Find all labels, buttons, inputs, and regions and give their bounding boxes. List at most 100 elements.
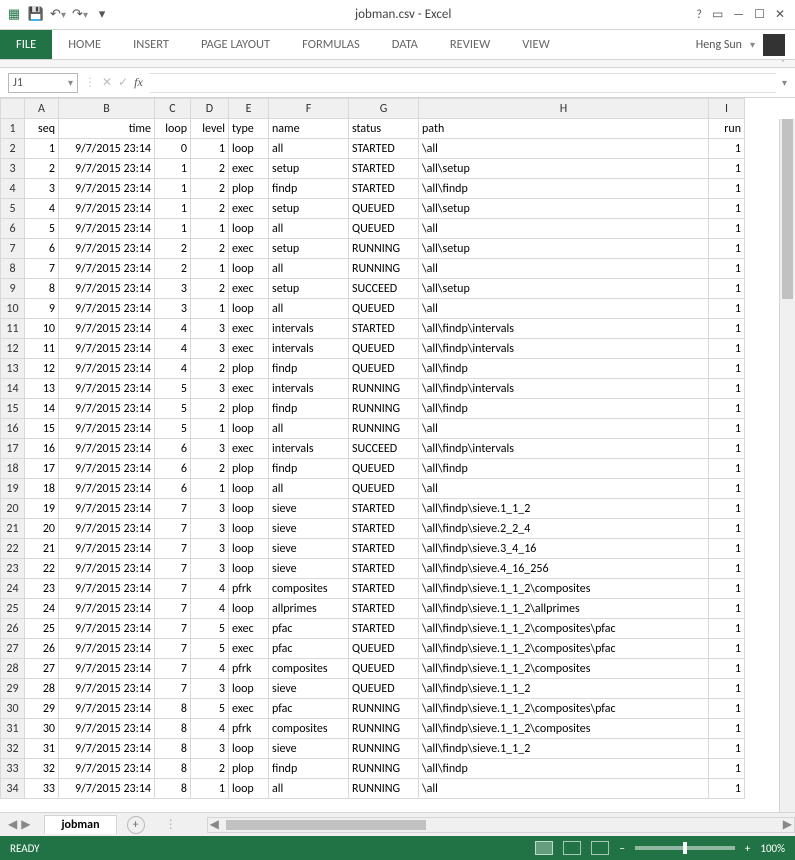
cell[interactable]: 7 [155, 639, 191, 659]
cell[interactable]: 3 [191, 559, 229, 579]
cell[interactable]: 1 [709, 479, 745, 499]
table-row[interactable]: 23229/7/2015 23:1473loopsieveSTARTED\all… [1, 559, 745, 579]
row-header-32[interactable]: 32 [1, 739, 25, 759]
cell[interactable]: 4 [191, 659, 229, 679]
table-row[interactable]: 11109/7/2015 23:1443execintervalsSTARTED… [1, 319, 745, 339]
cell[interactable]: plop [229, 759, 269, 779]
row-header-18[interactable]: 18 [1, 459, 25, 479]
row-header-15[interactable]: 15 [1, 399, 25, 419]
cell[interactable]: 1 [709, 679, 745, 699]
ribbon-tab-file[interactable]: FILE [0, 30, 52, 59]
cell[interactable]: \all\findp\sieve.1_1_2 [419, 739, 709, 759]
cell[interactable]: 1 [191, 779, 229, 799]
row-header-21[interactable]: 21 [1, 519, 25, 539]
cell[interactable]: 1 [709, 599, 745, 619]
cell[interactable]: 1 [709, 779, 745, 799]
cell[interactable]: findp [269, 359, 349, 379]
cell[interactable]: 1 [191, 479, 229, 499]
cell[interactable]: exec [229, 699, 269, 719]
cell[interactable]: 30 [25, 719, 59, 739]
row-header-4[interactable]: 4 [1, 179, 25, 199]
cell[interactable]: pfac [269, 619, 349, 639]
cell[interactable]: 7 [155, 559, 191, 579]
cell[interactable]: 10 [25, 319, 59, 339]
cell[interactable]: pfac [269, 699, 349, 719]
cell[interactable]: 9/7/2015 23:14 [59, 439, 155, 459]
cell[interactable]: 7 [25, 259, 59, 279]
cell[interactable]: 1 [709, 419, 745, 439]
cell[interactable]: 18 [25, 479, 59, 499]
cell[interactable]: 3 [191, 679, 229, 699]
view-page-break-icon[interactable] [591, 841, 609, 855]
cell[interactable]: \all\findp\sieve.1_1_2 [419, 499, 709, 519]
cell[interactable]: QUEUED [349, 299, 419, 319]
cell[interactable]: 9/7/2015 23:14 [59, 179, 155, 199]
cell[interactable]: exec [229, 639, 269, 659]
avatar[interactable] [763, 34, 785, 56]
cell[interactable]: QUEUED [349, 639, 419, 659]
cell[interactable]: \all\findp\sieve.2_2_4 [419, 519, 709, 539]
cell[interactable]: 1 [709, 699, 745, 719]
cell[interactable]: 1 [709, 759, 745, 779]
table-row[interactable]: 439/7/2015 23:1412plopfindpSTARTED\all\f… [1, 179, 745, 199]
cell[interactable]: loop [229, 559, 269, 579]
cell[interactable]: 1 [709, 319, 745, 339]
row-header-10[interactable]: 10 [1, 299, 25, 319]
cell[interactable]: 3 [155, 279, 191, 299]
ribbon-tab-data[interactable]: DATA [376, 30, 434, 59]
cell[interactable]: \all\findp [419, 459, 709, 479]
redo-icon[interactable]: ↷▾ [72, 7, 88, 23]
cell[interactable]: 2 [191, 459, 229, 479]
cell[interactable]: exec [229, 339, 269, 359]
cell[interactable]: 17 [25, 459, 59, 479]
save-icon[interactable]: 💾 [28, 7, 44, 23]
cell[interactable]: exec [229, 439, 269, 459]
cell[interactable]: 1 [709, 559, 745, 579]
cell[interactable]: 1 [709, 519, 745, 539]
cell[interactable]: \all [419, 419, 709, 439]
cell[interactable]: STARTED [349, 579, 419, 599]
cell[interactable]: all [269, 419, 349, 439]
cell[interactable]: \all\findp [419, 179, 709, 199]
cell[interactable]: plop [229, 459, 269, 479]
cell[interactable]: loop [229, 259, 269, 279]
cell[interactable]: \all\findp\sieve.1_1_2\composites [419, 659, 709, 679]
cell[interactable]: \all\findp [419, 399, 709, 419]
vertical-scroll-thumb[interactable] [782, 119, 793, 299]
cell[interactable]: QUEUED [349, 459, 419, 479]
cell[interactable]: 5 [191, 619, 229, 639]
col-header-I[interactable]: I [709, 99, 745, 119]
cell[interactable]: 9/7/2015 23:14 [59, 339, 155, 359]
cell[interactable]: 8 [155, 759, 191, 779]
cell[interactable]: 1 [25, 139, 59, 159]
cell[interactable]: 6 [155, 479, 191, 499]
grid[interactable]: ABCDEFGHI 1seqtimeloopleveltypenamestatu… [0, 98, 795, 812]
col-header-E[interactable]: E [229, 99, 269, 119]
cell[interactable]: \all [419, 219, 709, 239]
cell[interactable]: \all [419, 299, 709, 319]
row-header-27[interactable]: 27 [1, 639, 25, 659]
cell[interactable]: loop [229, 539, 269, 559]
cell[interactable]: 1 [709, 259, 745, 279]
table-row[interactable]: 30299/7/2015 23:1485execpfacRUNNING\all\… [1, 699, 745, 719]
cell[interactable]: pfrk [229, 719, 269, 739]
cell[interactable]: 7 [155, 679, 191, 699]
formula-enter-icon[interactable]: ✓ [118, 75, 128, 90]
cell[interactable]: \all\findp\intervals [419, 439, 709, 459]
row-header-30[interactable]: 30 [1, 699, 25, 719]
cell[interactable]: 7 [155, 599, 191, 619]
sheet-nav-next-icon[interactable]: ▶ [21, 817, 30, 832]
cell[interactable]: STARTED [349, 559, 419, 579]
cell[interactable]: \all\setup [419, 159, 709, 179]
cell[interactable]: loop [229, 219, 269, 239]
table-row[interactable]: 27269/7/2015 23:1475execpfacQUEUED\all\f… [1, 639, 745, 659]
cell[interactable]: STARTED [349, 319, 419, 339]
row-header-22[interactable]: 22 [1, 539, 25, 559]
cell[interactable]: intervals [269, 319, 349, 339]
cell[interactable]: setup [269, 159, 349, 179]
cell[interactable]: \all\findp\sieve.1_1_2\allprimes [419, 599, 709, 619]
formula-bar-input[interactable] [149, 73, 776, 93]
cell[interactable]: 7 [155, 539, 191, 559]
tab-split-handle[interactable]: ⋮ [165, 817, 177, 832]
row-header-29[interactable]: 29 [1, 679, 25, 699]
